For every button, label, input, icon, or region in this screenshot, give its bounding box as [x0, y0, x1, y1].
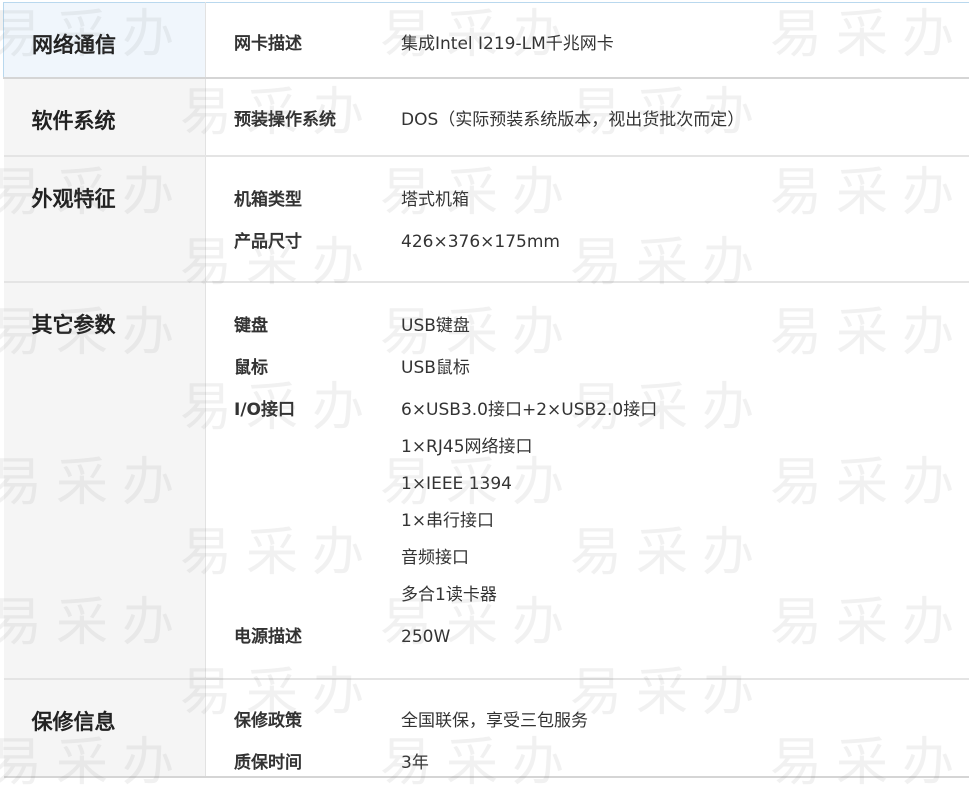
spec-value: USB鼠标	[401, 358, 470, 378]
category-label: 软件系统	[3, 78, 206, 157]
detail-cell: 机箱类型 塔式机箱 产品尺寸 426×376×175mm	[205, 156, 969, 283]
spec-item: 预装操作系统 DOS（实际预装系统版本，视出货批次而定）	[206, 109, 969, 131]
spec-key: I/O接口	[234, 400, 295, 420]
spec-value: USB键盘	[401, 316, 470, 336]
spec-item: 键盘 USB键盘	[206, 315, 969, 337]
spec-values: 6×USB3.0接口+2×USB2.0接口 1×RJ45网络接口 1×IEEE …	[401, 399, 657, 606]
category-label: 其它参数	[3, 282, 206, 680]
spec-key: 机箱类型	[234, 190, 302, 210]
spec-value: 1×IEEE 1394	[401, 474, 512, 494]
spec-key: 电源描述	[234, 627, 302, 647]
spec-item: I/O接口 6×USB3.0接口+2×USB2.0接口 1×RJ45网络接口 1…	[206, 399, 969, 606]
spec-group-warranty: 保修信息 保修政策 全国联保，享受三包服务 质保时间 3年	[3, 679, 969, 778]
spec-value: 3年	[401, 753, 429, 773]
spec-group-other: 其它参数 键盘 USB键盘 鼠标 USB鼠标 I/O接口 6×USB3.0接口+…	[3, 282, 969, 680]
spec-group-appearance: 外观特征 机箱类型 塔式机箱 产品尺寸 426×376×175mm	[3, 156, 969, 283]
spec-value: DOS（实际预装系统版本，视出货批次而定）	[401, 110, 745, 130]
spec-values: 426×376×175mm	[401, 231, 560, 253]
spec-value: 全国联保，享受三包服务	[401, 711, 588, 731]
spec-value: 多合1读卡器	[401, 585, 497, 605]
detail-cell: 键盘 USB键盘 鼠标 USB鼠标 I/O接口 6×USB3.0接口+2×USB…	[205, 282, 969, 680]
spec-values: 塔式机箱	[401, 189, 469, 211]
spec-key: 网卡描述	[234, 34, 302, 54]
spec-values: 250W	[401, 626, 450, 648]
detail-cell: 网卡描述 集成Intel I219-LM千兆网卡	[205, 2, 969, 79]
spec-values: DOS（实际预装系统版本，视出货批次而定）	[401, 109, 744, 131]
spec-value: 音频接口	[401, 548, 469, 568]
spec-key: 保修政策	[234, 711, 302, 731]
spec-group-network: 网络通信 网卡描述 集成Intel I219-LM千兆网卡	[3, 2, 969, 79]
spec-value: 塔式机箱	[401, 190, 469, 210]
spec-values: USB键盘	[401, 315, 470, 337]
category-label: 网络通信	[3, 2, 206, 79]
spec-item: 保修政策 全国联保，享受三包服务	[206, 710, 969, 732]
detail-cell: 预装操作系统 DOS（实际预装系统版本，视出货批次而定）	[205, 78, 969, 157]
spec-table: 网络通信 网卡描述 集成Intel I219-LM千兆网卡 软件系统 预装操作系…	[3, 2, 969, 778]
spec-item: 鼠标 USB鼠标	[206, 357, 969, 379]
spec-item: 产品尺寸 426×376×175mm	[206, 231, 969, 253]
spec-value: 6×USB3.0接口+2×USB2.0接口	[401, 400, 658, 420]
spec-values: 全国联保，享受三包服务	[401, 710, 588, 732]
spec-group-software: 软件系统 预装操作系统 DOS（实际预装系统版本，视出货批次而定）	[3, 78, 969, 157]
spec-item: 质保时间 3年	[206, 752, 969, 774]
spec-value: 1×串行接口	[401, 511, 495, 531]
spec-item: 网卡描述 集成Intel I219-LM千兆网卡	[206, 33, 969, 55]
spec-key: 鼠标	[234, 358, 268, 378]
detail-cell: 保修政策 全国联保，享受三包服务 质保时间 3年	[205, 679, 969, 778]
spec-value: 426×376×175mm	[401, 232, 560, 252]
spec-values: 3年	[401, 752, 429, 774]
spec-item: 机箱类型 塔式机箱	[206, 189, 969, 211]
spec-value: 集成Intel I219-LM千兆网卡	[401, 34, 614, 54]
spec-value: 1×RJ45网络接口	[401, 437, 533, 457]
spec-key: 预装操作系统	[234, 110, 336, 130]
spec-values: 集成Intel I219-LM千兆网卡	[401, 33, 614, 55]
spec-values: USB鼠标	[401, 357, 470, 379]
category-label: 保修信息	[3, 679, 206, 778]
spec-value: 250W	[401, 627, 451, 647]
spec-key: 质保时间	[234, 753, 302, 773]
category-label: 外观特征	[3, 156, 206, 283]
spec-key: 键盘	[234, 316, 268, 336]
spec-item: 电源描述 250W	[206, 626, 969, 648]
spec-key: 产品尺寸	[234, 232, 302, 252]
